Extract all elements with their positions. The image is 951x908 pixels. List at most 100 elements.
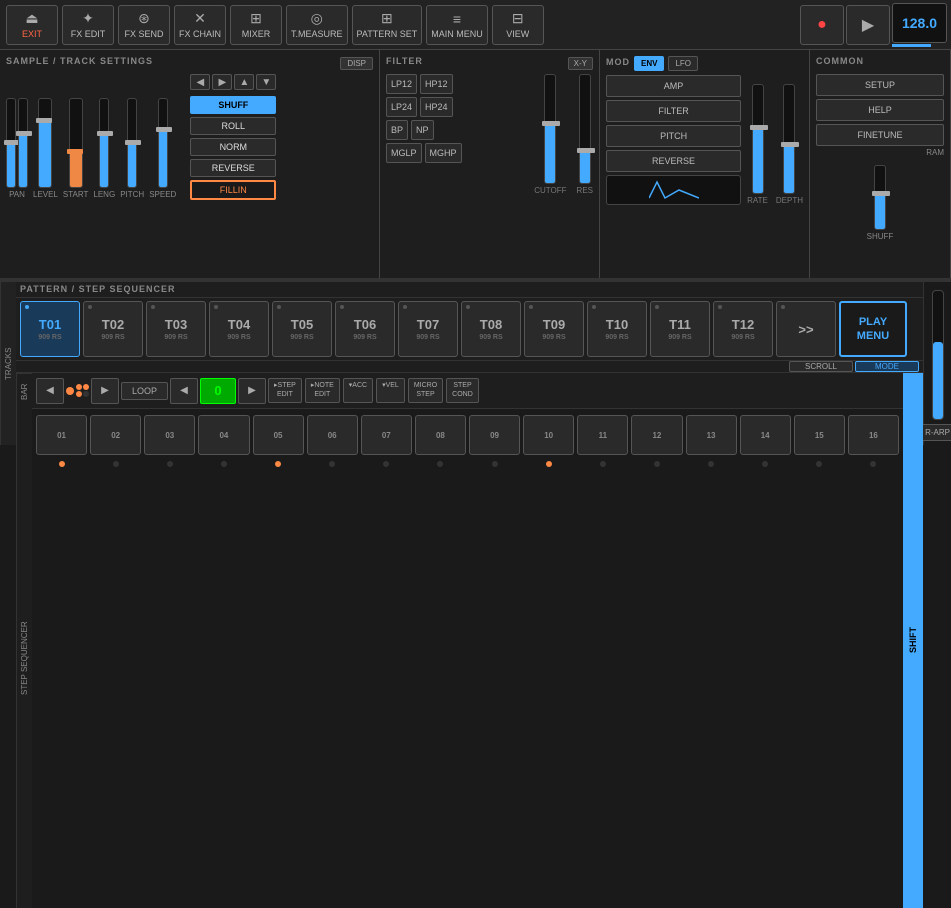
lfo-tab[interactable]: LFO — [668, 56, 698, 71]
track-t06[interactable]: T06 909 RS — [335, 301, 395, 357]
view-button[interactable]: ⊟ VIEW — [492, 5, 544, 45]
pan-fader-1[interactable] — [6, 98, 16, 188]
nav-up-button[interactable]: ▲ — [234, 74, 254, 90]
scroll-button[interactable]: SCROLL — [789, 361, 853, 372]
step-04[interactable]: 04 — [198, 415, 249, 455]
step-07[interactable]: 07 — [361, 415, 412, 455]
nav-right-button[interactable]: ▶ — [212, 74, 232, 90]
track-t11[interactable]: T11 909 RS — [650, 301, 710, 357]
mode-button[interactable]: MODE — [855, 361, 919, 372]
help-button[interactable]: HELP — [816, 99, 944, 121]
bar-next-button[interactable]: ▶ — [91, 378, 119, 404]
speed-fader[interactable] — [158, 98, 168, 188]
step-cond-button[interactable]: STEPCOND — [446, 378, 479, 403]
amp-button[interactable]: AMP — [606, 75, 741, 97]
filter-header: FILTER X-Y — [386, 56, 593, 70]
leng-fader[interactable] — [99, 98, 109, 188]
step-14[interactable]: 14 — [740, 415, 791, 455]
depth-fader[interactable] — [783, 84, 795, 194]
step-16[interactable]: 16 — [848, 415, 899, 455]
record-button[interactable]: ● — [800, 5, 844, 45]
step-09[interactable]: 09 — [469, 415, 520, 455]
finetune-button[interactable]: FINETUNE — [816, 124, 944, 146]
fx-send-button[interactable]: ⊛ FX SEND — [118, 5, 170, 45]
step-10[interactable]: 10 — [523, 415, 574, 455]
fillin-button[interactable]: FILLIN — [190, 180, 276, 200]
track-t12[interactable]: T12 909 RS — [713, 301, 773, 357]
pattern-set-icon: ⊞ — [381, 10, 393, 27]
cutoff-fader[interactable] — [544, 74, 556, 184]
loop-button[interactable]: LOOP — [121, 382, 168, 400]
bp-button[interactable]: BP — [386, 120, 408, 140]
step-15[interactable]: 15 — [794, 415, 845, 455]
track-t03[interactable]: T03 909 RS — [146, 301, 206, 357]
lp24-button[interactable]: LP24 — [386, 97, 417, 117]
acc-button[interactable]: ▾ACC — [343, 378, 373, 403]
main-vert-fader[interactable] — [932, 290, 944, 420]
bar-prev-button[interactable]: ◀ — [36, 378, 64, 404]
track-t10[interactable]: T10 909 RS — [587, 301, 647, 357]
setup-button[interactable]: SETUP — [816, 74, 944, 96]
step-08[interactable]: 08 — [415, 415, 466, 455]
nav-down-button[interactable]: ▼ — [256, 74, 276, 90]
reverse-mod-button[interactable]: REVERSE — [606, 150, 741, 172]
track-t01[interactable]: T01 909 RS — [20, 301, 80, 357]
play-menu-button[interactable]: PLAY MENU — [839, 301, 907, 357]
pitch-fader[interactable] — [127, 98, 137, 188]
res-fader[interactable] — [579, 74, 591, 184]
start-fader[interactable] — [69, 98, 83, 188]
step-01[interactable]: 01 — [36, 415, 87, 455]
track-sub: 909 RS — [290, 334, 313, 341]
play-button[interactable]: ▶ — [846, 5, 890, 45]
np-button[interactable]: NP — [411, 120, 434, 140]
rate-fader[interactable] — [752, 84, 764, 194]
track-t02[interactable]: T02 909 RS — [83, 301, 143, 357]
r-arp-button[interactable]: R-ARP — [920, 424, 951, 441]
roll-button[interactable]: ROLL — [190, 117, 276, 135]
track-t09[interactable]: T09 909 RS — [524, 301, 584, 357]
step-03[interactable]: 03 — [144, 415, 195, 455]
hp24-button[interactable]: HP24 — [420, 97, 453, 117]
mixer-button[interactable]: ⊞ MIXER — [230, 5, 282, 45]
pan-fader-2[interactable] — [18, 98, 28, 188]
main-menu-button[interactable]: ≡ MAIN MENU — [426, 5, 488, 45]
step-06[interactable]: 06 — [307, 415, 358, 455]
track-t05[interactable]: T05 909 RS — [272, 301, 332, 357]
common-fader[interactable] — [874, 165, 886, 230]
shuff-button[interactable]: SHUFF — [190, 96, 276, 114]
t-measure-button[interactable]: ◎ T.MEASURE — [286, 5, 348, 45]
env-tab[interactable]: ENV — [634, 56, 664, 71]
shift-button[interactable]: SHIFT — [903, 373, 923, 908]
mghp-button[interactable]: MGHP — [425, 143, 462, 163]
note-edit-button[interactable]: ▸NOTEEDIT — [305, 378, 340, 403]
lp12-button[interactable]: LP12 — [386, 74, 417, 94]
exit-button[interactable]: ⏏ EXIT — [6, 5, 58, 45]
pos-prev-button[interactable]: ◀ — [170, 378, 198, 404]
step-13[interactable]: 13 — [686, 415, 737, 455]
step-05[interactable]: 05 — [253, 415, 304, 455]
mglp-button[interactable]: MGLP — [386, 143, 422, 163]
track-arrow[interactable]: >> — [776, 301, 836, 357]
filter-button[interactable]: FILTER — [606, 100, 741, 122]
xy-button[interactable]: X-Y — [568, 57, 593, 70]
micro-step-button[interactable]: MICROSTEP — [408, 378, 443, 403]
level-fader[interactable] — [38, 98, 52, 188]
pitch-button[interactable]: PITCH — [606, 125, 741, 147]
step-12[interactable]: 12 — [631, 415, 682, 455]
hp12-button[interactable]: HP12 — [420, 74, 453, 94]
step-11[interactable]: 11 — [577, 415, 628, 455]
reverse-button[interactable]: REVERSE — [190, 159, 276, 177]
nav-left-button[interactable]: ◀ — [190, 74, 210, 90]
fx-chain-button[interactable]: ✕ FX CHAIN — [174, 5, 226, 45]
track-t07[interactable]: T07 909 RS — [398, 301, 458, 357]
step-02[interactable]: 02 — [90, 415, 141, 455]
track-t08[interactable]: T08 909 RS — [461, 301, 521, 357]
pos-next-button[interactable]: ▶ — [238, 378, 266, 404]
pattern-set-button[interactable]: ⊞ PATTERN SET — [352, 5, 423, 45]
track-t04[interactable]: T04 909 RS — [209, 301, 269, 357]
step-edit-button[interactable]: ▸STEPEDIT — [268, 378, 302, 403]
fx-edit-button[interactable]: ✦ FX EDIT — [62, 5, 114, 45]
vel-button[interactable]: ▾VEL — [376, 378, 405, 403]
norm-button[interactable]: NORM — [190, 138, 276, 156]
disp-button[interactable]: DISP — [340, 57, 373, 70]
